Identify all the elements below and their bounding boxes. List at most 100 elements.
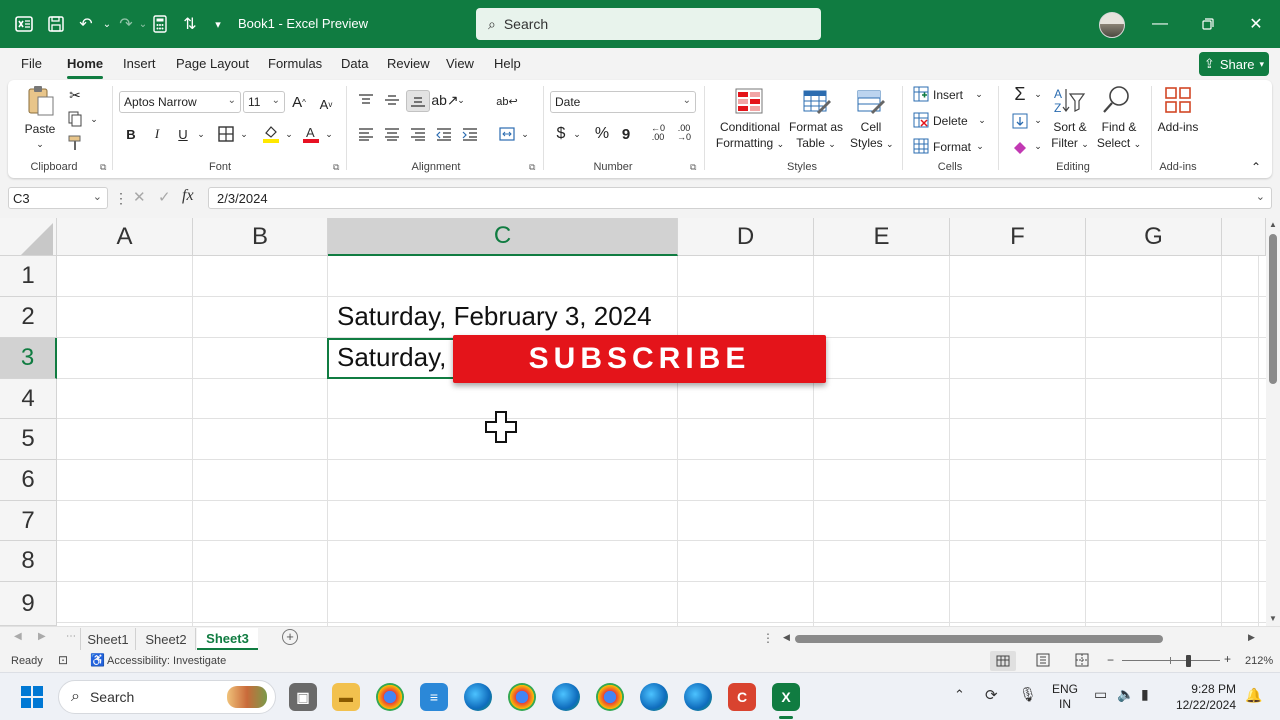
chrome-profile-icon[interactable] — [508, 683, 536, 711]
fill-dropdown-icon[interactable]: ⌄ — [1032, 114, 1044, 126]
horizontal-scroll-thumb[interactable] — [795, 635, 1163, 643]
minimize-button[interactable]: — — [1148, 12, 1172, 36]
user-avatar[interactable] — [1099, 12, 1125, 38]
row-header-7[interactable]: 7 — [0, 501, 57, 541]
file-explorer-icon[interactable]: ▬ — [332, 683, 360, 711]
alignment-launcher-icon[interactable]: ⧉ — [529, 162, 535, 173]
row-header-3[interactable]: 3 — [0, 338, 57, 379]
row-header-8[interactable]: 8 — [0, 541, 57, 582]
paste-label[interactable]: Paste — [22, 121, 58, 137]
row-header-1[interactable]: 1 — [0, 256, 57, 297]
underline-button[interactable]: U — [174, 124, 192, 144]
sync-icon[interactable]: ⟳ — [985, 686, 998, 704]
increase-font-icon[interactable]: A ^ — [290, 92, 308, 112]
column-header-b[interactable]: B — [193, 218, 328, 256]
comma-style-button[interactable]: 9 — [619, 124, 633, 144]
font-name-combo[interactable]: Aptos Narrow ⌄ — [119, 91, 241, 113]
orientation-dropdown-icon[interactable]: ⌄ — [455, 93, 467, 107]
language-indicator[interactable]: ENG IN — [1052, 682, 1078, 712]
show-hidden-icons[interactable]: ⌃ — [954, 687, 965, 703]
scroll-left-icon[interactable]: ◀ — [783, 632, 790, 643]
sheet-tab-sheet1[interactable]: Sheet1 — [80, 628, 136, 650]
page-break-view-button[interactable] — [1075, 653, 1091, 669]
font-size-combo[interactable]: 11 ⌄ — [243, 91, 285, 113]
format-cells-label[interactable]: Format — [933, 139, 971, 155]
column-header-g[interactable]: G — [1086, 218, 1222, 256]
format-cells-icon[interactable] — [912, 137, 930, 155]
menu-insert[interactable]: Insert — [123, 56, 156, 71]
formula-input[interactable]: 2/3/2024 ⌄ — [208, 187, 1272, 209]
insert-cells-label[interactable]: Insert — [933, 87, 963, 103]
restore-button[interactable] — [1196, 12, 1220, 36]
format-dropdown-icon[interactable]: ⌄ — [974, 140, 986, 152]
clear-icon[interactable] — [1010, 137, 1030, 157]
prev-sheet-icon[interactable]: ◀ — [14, 631, 22, 642]
expand-formula-icon[interactable]: ⌄ — [1256, 190, 1265, 203]
font-color-dropdown-icon[interactable]: ⌄ — [323, 127, 335, 141]
vertical-scroll-thumb[interactable] — [1269, 234, 1277, 384]
paste-icon[interactable] — [24, 84, 58, 118]
cell-styles-label[interactable]: Cell Styles ⌄ — [850, 119, 894, 152]
decrease-font-icon[interactable]: Av — [317, 94, 335, 114]
underline-dropdown-icon[interactable]: ⌄ — [195, 127, 207, 141]
camtasia-icon[interactable]: C — [728, 683, 756, 711]
menu-formulas[interactable]: Formulas — [268, 56, 322, 71]
edge-profile-2-icon[interactable] — [640, 683, 668, 711]
increase-decimal-icon[interactable]: ←0.00 — [648, 122, 668, 144]
menu-view[interactable]: View — [446, 56, 474, 71]
sheet-tab-sheet2[interactable]: Sheet2 — [137, 628, 196, 650]
vertical-scrollbar[interactable]: ▲ ▼ — [1266, 218, 1280, 626]
column-header-f[interactable]: F — [950, 218, 1086, 256]
zoom-slider[interactable] — [1122, 660, 1220, 661]
currency-dropdown-icon[interactable]: ⌄ — [571, 127, 583, 141]
insert-function-icon[interactable]: fx — [182, 187, 194, 205]
column-header-c[interactable]: C — [328, 218, 678, 256]
menu-data[interactable]: Data — [341, 56, 368, 71]
zoom-out-icon[interactable]: − — [1107, 653, 1114, 667]
cancel-entry-icon[interactable]: ✕ — [133, 188, 146, 206]
add-ins-icon[interactable] — [1162, 85, 1194, 115]
cell-styles-icon[interactable] — [856, 86, 886, 116]
autosum-icon[interactable]: Σ — [1010, 84, 1030, 104]
scroll-up-icon[interactable]: ▲ — [1269, 220, 1277, 229]
microphone-icon[interactable]: 🎙 — [1019, 686, 1037, 703]
sort-arrows-icon[interactable]: ⇅ — [178, 12, 202, 36]
column-header-e[interactable]: E — [814, 218, 950, 256]
menu-review[interactable]: Review — [387, 56, 430, 71]
row-header-4[interactable]: 4 — [0, 379, 57, 419]
accessibility-status[interactable]: Accessibility: Investigate — [107, 655, 226, 667]
align-left-icon[interactable] — [356, 124, 376, 144]
wrap-text-icon[interactable]: ab↩ — [496, 90, 517, 112]
split-handle-icon[interactable]: ⋮ — [762, 631, 774, 645]
row-header-2[interactable]: 2 — [0, 297, 57, 338]
chrome-profile-2-icon[interactable] — [596, 683, 624, 711]
notepad-icon[interactable]: ≡ — [420, 683, 448, 711]
menu-home[interactable]: Home — [67, 56, 103, 71]
row-header-6[interactable]: 6 — [0, 460, 57, 501]
zoom-slider-thumb[interactable] — [1186, 655, 1191, 667]
format-as-table-label[interactable]: Format as Table ⌄ — [788, 119, 844, 152]
paste-dropdown-icon[interactable]: ⌄ — [34, 138, 46, 150]
conditional-formatting-label[interactable]: Conditional Formatting ⌄ — [714, 119, 786, 152]
normal-view-button[interactable] — [990, 651, 1016, 671]
increase-indent-icon[interactable] — [460, 124, 480, 144]
calculator-icon[interactable] — [148, 12, 172, 36]
borders-dropdown-icon[interactable]: ⌄ — [238, 127, 250, 141]
font-launcher-icon[interactable]: ⧉ — [333, 162, 339, 173]
subscribe-banner[interactable]: SUBSCRIBE — [453, 335, 826, 383]
select-all-corner[interactable] — [0, 218, 57, 256]
clock[interactable]: 9:28 PM 12/22/2024 — [1168, 681, 1236, 713]
delete-cells-label[interactable]: Delete — [933, 113, 968, 129]
macro-record-icon[interactable]: ⊡ — [58, 653, 68, 667]
battery-icon[interactable]: ▮ — [1141, 686, 1149, 703]
align-center-icon[interactable] — [382, 124, 402, 144]
add-sheet-icon[interactable]: + — [282, 629, 298, 645]
fill-color-dropdown-icon[interactable]: ⌄ — [283, 127, 295, 141]
insert-cells-icon[interactable] — [912, 85, 930, 103]
zoom-in-icon[interactable]: + — [1224, 652, 1231, 666]
excel-taskbar-icon[interactable]: X — [772, 683, 800, 711]
next-sheet-icon[interactable]: ▶ — [38, 631, 46, 642]
edge-profile-3-icon[interactable] — [684, 683, 712, 711]
accessibility-icon[interactable]: ♿ — [90, 653, 105, 667]
percent-button[interactable]: % — [592, 124, 612, 144]
